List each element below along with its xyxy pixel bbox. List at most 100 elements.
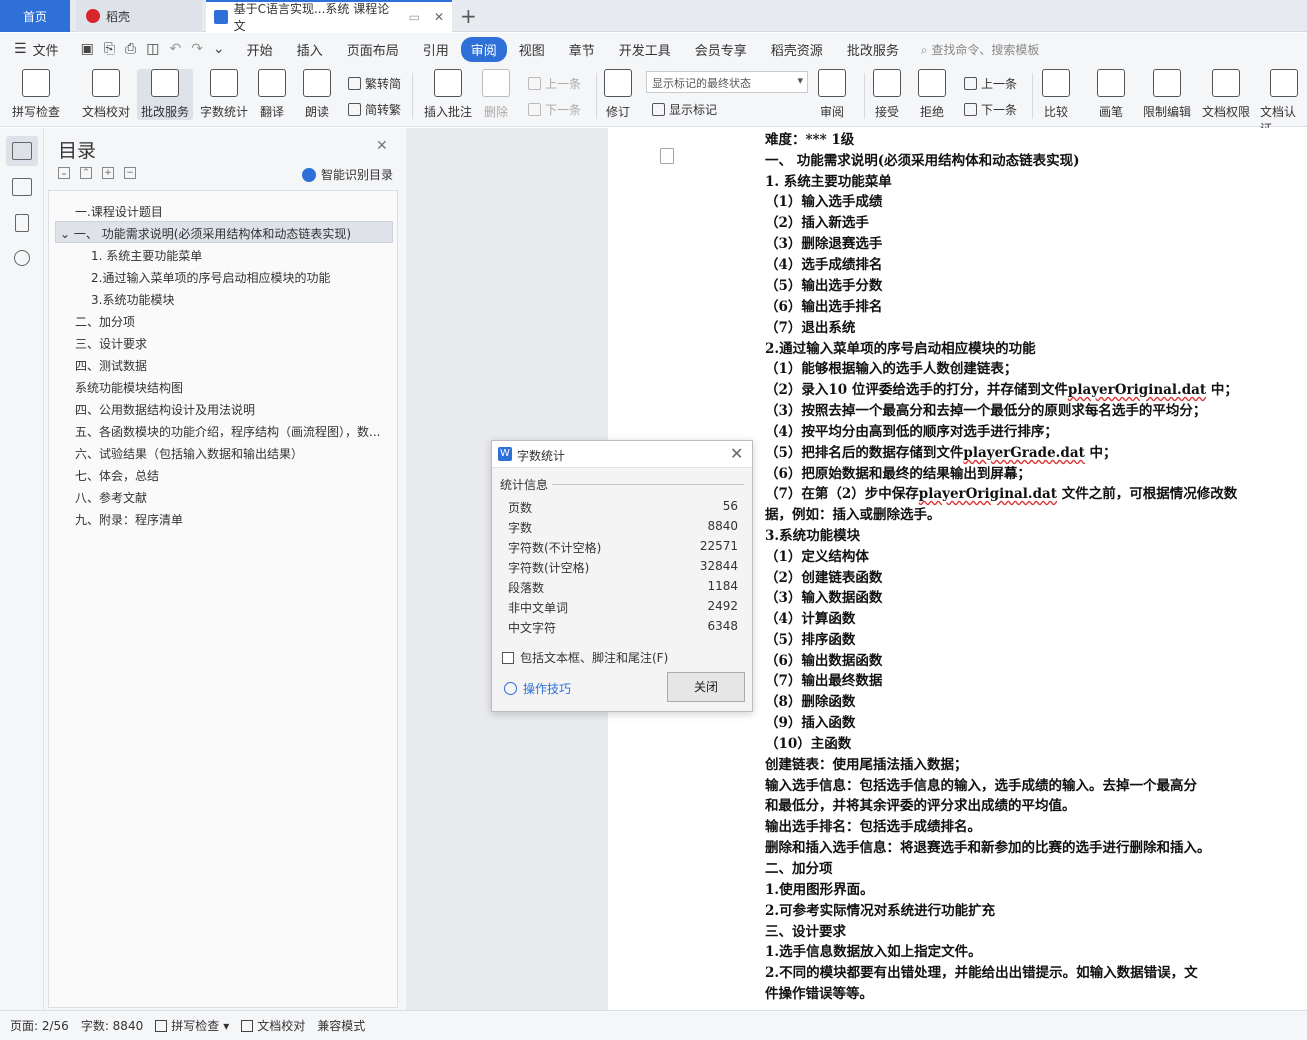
proofread-status[interactable]: 文档校对 [241,1017,305,1034]
tips-link[interactable]: 操作技巧 [504,680,571,697]
undo-icon[interactable]: ↶ [169,41,181,57]
doc-permission-button[interactable]: 文档权限 [1202,69,1250,120]
dialog-titlebar[interactable]: W 字数统计 ✕ [492,441,752,468]
print-icon[interactable]: ⎙ [125,41,136,57]
writer-doc-icon [214,10,228,24]
doc-certify-button[interactable]: 文档认证 [1260,69,1307,137]
toc-item[interactable]: 一.课程设计题目 [75,203,163,220]
menu-member[interactable]: 会员专享 [683,40,759,59]
include-textbox-checkbox[interactable]: 包括文本框、脚注和尾注(F) [502,649,668,666]
delete-comment-button[interactable]: 删除 [482,69,510,120]
tab-document[interactable]: 基于C语言实现...系统 课程论文 ▭ ✕ [206,0,452,33]
chevron-down-icon: ▾ [797,74,803,87]
menu-references[interactable]: 引用 [411,40,461,59]
spell-check-toggle[interactable]: 拼写检查 ▾ [155,1017,229,1034]
menu-review-service[interactable]: 批改服务 [835,40,911,59]
toc-item[interactable]: 九、附录：程序清单 [75,511,183,528]
pen-icon [1097,69,1125,97]
close-tab-icon[interactable]: ✕ [434,10,444,24]
redo-icon[interactable]: ↷ [191,41,203,57]
doc-line: （3）按照去掉一个最高分和去掉一个最低分的原则求每名选手的平均分； [765,403,1207,419]
new-tab-plus-icon[interactable]: + [460,4,477,28]
bookmark-icon[interactable] [15,214,29,232]
toc-item[interactable]: 三、设计要求 [75,335,147,352]
show-markup-button[interactable]: 显示标记 [652,101,717,118]
close-icon[interactable]: ✕ [376,138,388,154]
toc-item[interactable]: 3.系统功能模块 [91,291,174,308]
print-preview-icon[interactable]: ◫ [146,41,159,57]
stat-row: 字符数(不计空格) 22571 [508,539,738,556]
close-icon[interactable]: ✕ [730,444,743,463]
save-icon[interactable]: ▣ [81,41,94,57]
hamburger-icon[interactable]: ☰ [14,41,27,57]
next-comment-button[interactable]: 下一条 [528,101,581,118]
review-service-button[interactable]: 批改服务 [137,69,194,120]
markup-state-select[interactable]: 显示标记的最终状态 ▾ [646,71,808,93]
trad-to-simp-button[interactable]: 繁转简 [348,75,401,92]
menu-developer[interactable]: 开发工具 [607,40,683,59]
expand-down-icon[interactable]: ⌄ [58,167,70,179]
toc-item[interactable]: 五、各函数模块的功能介绍，程序结构（画流程图），数... [75,423,380,440]
screen-icon[interactable]: ▭ [409,10,420,24]
export-pdf-icon[interactable]: ⎘ [104,41,115,57]
toc-item[interactable]: 八、参考文献 [75,489,147,506]
next-change-button[interactable]: 下一条 [964,101,1017,118]
menu-insert[interactable]: 插入 [285,40,335,59]
proofread-button[interactable]: 文档校对 [82,69,130,120]
stat-row: 段落数 1184 [508,579,738,596]
word-count-button[interactable]: 字数统计 [200,69,248,120]
translate-button[interactable]: 翻译 [258,69,286,120]
stat-label: 中文字符 [508,621,557,635]
read-aloud-button[interactable]: 朗读 [303,69,331,120]
search-icon[interactable] [14,250,30,266]
toc-item[interactable]: 七、体会，总结 [75,467,159,484]
toc-item[interactable]: 二、加分项 [75,313,135,330]
menu-view[interactable]: 视图 [507,40,557,59]
stat-label: 字数 [508,521,533,535]
menu-chapter[interactable]: 章节 [557,40,607,59]
page-layout-icon[interactable] [660,148,674,164]
smart-toc-button[interactable]: 智能识别目录 [302,166,393,183]
tab-home[interactable]: 首页 [0,0,70,32]
pen-button[interactable]: 画笔 [1097,69,1125,120]
close-button[interactable]: 关闭 [667,672,745,702]
customize-chevron-icon[interactable]: ⌄ [213,41,225,57]
chevron-down-icon[interactable]: ⌄ [60,227,74,241]
checkbox-box[interactable] [502,651,514,664]
toc-item[interactable]: 六、试验结果（包括输入数据和输出结果） [75,445,303,462]
prev-change-button[interactable]: 上一条 [964,75,1017,92]
doc-line: （1）能够根据输入的选手人数创建链表； [765,361,1018,377]
toc-item[interactable]: 2.通过输入菜单项的序号启动相应模块的功能 [91,269,330,286]
insert-comment-button[interactable]: 插入批注 [424,69,472,120]
menu-daoke-resources[interactable]: 稻壳资源 [759,40,835,59]
toc-item[interactable]: 1. 系统主要功能菜单 [91,247,202,264]
menu-review[interactable]: 审阅 [460,36,507,62]
accept-button[interactable]: 接受 [873,69,901,120]
translate-icon [258,69,286,97]
spell-check-button[interactable]: 拼写检查 [12,69,60,120]
collapse-minus-icon[interactable]: − [124,167,136,179]
restrict-editing-button[interactable]: 限制编辑 [1143,69,1191,120]
toc-item[interactable]: 四、公用数据结构设计及用法说明 [75,401,255,418]
word-count-indicator[interactable]: 字数: 8840 [81,1017,143,1034]
track-changes-button[interactable]: 修订 [604,69,632,120]
simp-to-trad-button[interactable]: 简转繁 [348,101,401,118]
compare-button[interactable]: 比较 [1042,69,1070,120]
doc-line: （3）输入数据函数 [765,590,883,606]
command-search[interactable]: ⌕ 查找命令、搜索模板 [921,41,1040,58]
tab-daoke[interactable]: 稻壳 [76,0,202,32]
review-pane-button[interactable]: 审阅 [818,69,846,120]
prev-comment-button[interactable]: 上一条 [528,75,581,92]
menu-file[interactable]: 文件 [33,40,71,59]
toc-item[interactable]: 四、测试数据 [75,357,147,374]
reject-button[interactable]: 拒绝 [918,69,946,120]
menu-page-layout[interactable]: 页面布局 [335,40,411,59]
expand-plus-icon[interactable]: + [102,167,114,179]
toc-item[interactable]: 系统功能模块结构图 [75,379,183,396]
page-indicator[interactable]: 页面: 2/56 [10,1017,69,1034]
menu-start[interactable]: 开始 [235,40,285,59]
collapse-up-icon[interactable]: ⌃ [80,167,92,179]
chapter-nav-icon[interactable] [12,178,32,196]
toc-item-selected[interactable]: ⌄ 一、 功能需求说明(必须采用结构体和动态链表实现) [55,221,393,243]
toc-nav-icon[interactable] [12,142,32,160]
